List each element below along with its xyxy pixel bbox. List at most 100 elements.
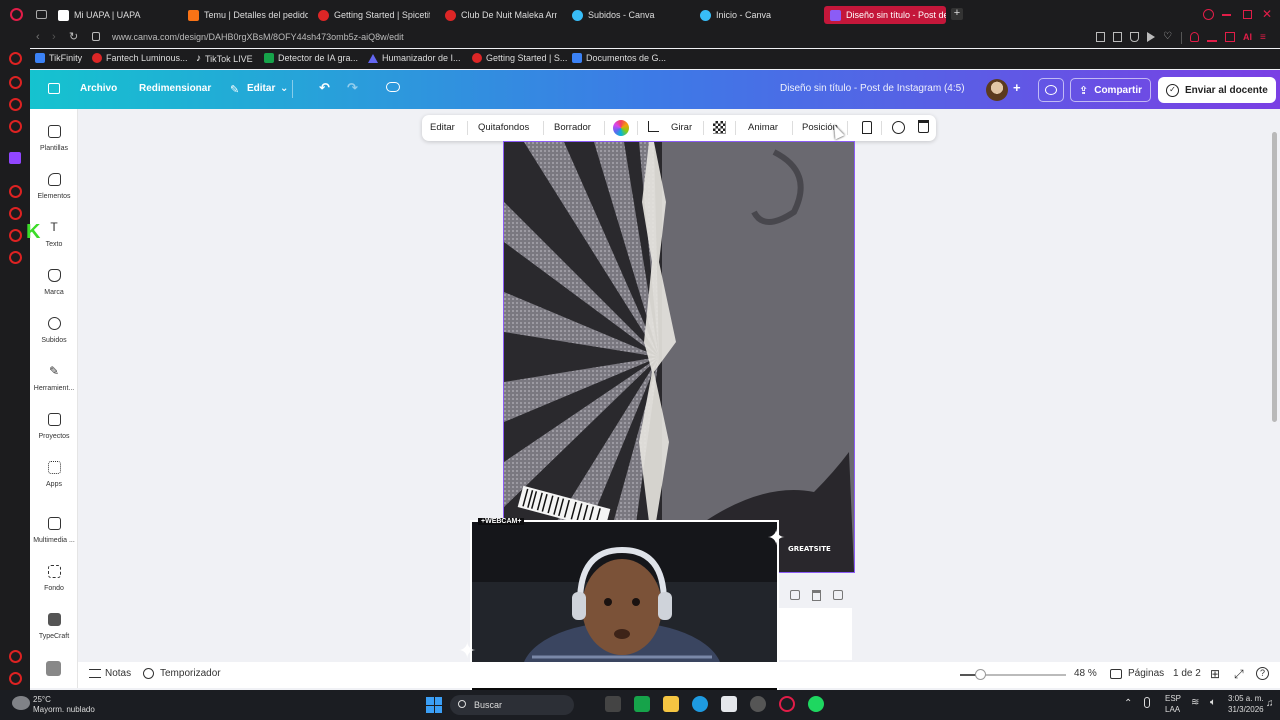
chat-icon[interactable] [9, 229, 22, 242]
pin-icon[interactable] [1096, 32, 1105, 42]
pages-button[interactable]: Páginas [1128, 668, 1164, 679]
bookmark-tikfinity[interactable]: TikFinity [35, 53, 82, 63]
steam-icon[interactable] [750, 696, 766, 712]
bookmark-fantech[interactable]: Fantech Luminous... [92, 53, 188, 63]
notification-icon[interactable]: ♫ [1266, 698, 1274, 709]
edit-image-button[interactable]: Editar [430, 122, 455, 133]
extensions-icon[interactable] [9, 650, 22, 663]
bookmark-detector-ia[interactable]: Detector de IA gra... [264, 53, 358, 63]
download-icon[interactable] [1207, 32, 1217, 42]
volume-icon[interactable]: 🔈︎ [1210, 697, 1216, 708]
comments-button[interactable] [1038, 78, 1064, 102]
history-icon[interactable] [9, 185, 22, 198]
tab-menu-icon[interactable] [36, 10, 47, 19]
tab-diseno-active[interactable]: Diseño sin título - Post de [824, 6, 946, 24]
remove-bg-button[interactable]: Quitafondos [478, 122, 529, 133]
forward-icon[interactable]: › [52, 31, 56, 43]
avatar[interactable] [986, 79, 1008, 101]
duplicate-page-icon[interactable] [790, 590, 800, 600]
mic-icon[interactable] [1144, 697, 1150, 708]
canvas-scrollbar[interactable] [1272, 132, 1277, 422]
task-view-icon[interactable] [605, 696, 621, 712]
design-page[interactable]: GREATSITE [503, 141, 855, 573]
bookmark-tiktok[interactable]: ♪ TikTok LIVE [196, 53, 253, 64]
page-2-thumbnail[interactable] [776, 608, 852, 660]
format-painter-icon[interactable] [862, 121, 872, 134]
spotify-icon[interactable] [808, 696, 824, 712]
zoom-level[interactable]: 48 % [1074, 668, 1097, 679]
redimensionar-button[interactable]: Redimensionar [139, 83, 211, 94]
delete-page-icon[interactable] [812, 590, 821, 601]
opera-logo-icon[interactable] [10, 8, 23, 21]
new-tab-icon[interactable]: + [951, 8, 963, 20]
snapshot-icon[interactable] [1113, 32, 1122, 42]
bookmark-documentos[interactable]: Documentos de G... [572, 53, 666, 63]
aria-ai-button[interactable]: AI [1243, 32, 1252, 44]
bookmark-getting-started[interactable]: Getting Started | S... [472, 53, 567, 63]
lang-1[interactable]: ESP [1165, 694, 1181, 703]
share-icon[interactable] [1225, 32, 1235, 42]
animate-button[interactable]: Animar [748, 122, 778, 133]
help-icon[interactable]: ? [1256, 667, 1269, 680]
tab-subidos-canva[interactable]: Subidos - Canva [572, 6, 682, 24]
wifi-icon[interactable]: ≋ [1191, 697, 1199, 708]
bookmark-humanizador[interactable]: Humanizador de I... [368, 53, 461, 63]
clock-date[interactable]: 31/3/2026 [1228, 705, 1264, 714]
heart-icon[interactable]: ♡ [1163, 32, 1173, 42]
maximize-icon[interactable] [1243, 10, 1252, 19]
messenger-icon[interactable] [9, 76, 22, 89]
clock-time[interactable]: 3:05 a. m. [1228, 694, 1264, 703]
temperature[interactable]: 25°C [33, 695, 51, 704]
zoom-slider-thumb[interactable] [975, 669, 987, 680]
add-page-icon[interactable] [833, 590, 843, 600]
reload-icon[interactable]: ↻ [69, 30, 78, 43]
sidebar-item-apps[interactable]: Apps [30, 461, 78, 488]
tab-temu[interactable]: Temu | Detalles del pedido [188, 6, 308, 24]
sidebar-item-typecraft[interactable]: TypeCraft [30, 613, 78, 640]
sidebar-item-marca[interactable]: Marca [30, 269, 78, 296]
close-icon[interactable]: ✕ [1262, 7, 1272, 21]
shield-icon[interactable] [1130, 32, 1139, 42]
sidebar-item-elementos[interactable]: Elementos [30, 173, 78, 200]
notes-button[interactable]: Notas [105, 668, 131, 679]
sidebar-item-plantillas[interactable]: Plantillas [30, 125, 78, 152]
instagram-icon[interactable] [9, 120, 22, 133]
tab-club-de-nuit[interactable]: Club De Nuit Maleka Arma [445, 6, 557, 24]
menu-icon[interactable]: ≡ [1260, 32, 1266, 44]
lang-2[interactable]: LAA [1165, 705, 1180, 714]
opera-taskbar-icon[interactable] [779, 696, 795, 712]
xbox-icon[interactable] [634, 696, 650, 712]
tab-spicetify[interactable]: Getting Started | Spicetify [318, 6, 430, 24]
home-icon[interactable] [48, 83, 60, 94]
sidebar-item-subidos[interactable]: Subidos [30, 317, 78, 344]
tray-chevron-icon[interactable]: ⌃ [1124, 698, 1132, 709]
url-input[interactable]: www.canva.com/design/DAHB0rgXBsM/8OFY44s… [112, 32, 404, 42]
eraser-button[interactable]: Borrador [554, 122, 591, 133]
sidebar-item-multimedia[interactable]: Multimedia ... [30, 517, 78, 544]
sidebar-item-proyectos[interactable]: Proyectos [30, 413, 78, 440]
more-icon[interactable] [9, 672, 22, 685]
taskbar-search[interactable]: Buscar [450, 695, 574, 715]
redo-icon[interactable]: ↷ [347, 80, 358, 96]
sidebar-item-herramientas[interactable]: ✎ Herramient... [30, 365, 78, 392]
store-icon[interactable] [721, 696, 737, 712]
chevron-down-icon[interactable]: ⌄ [280, 83, 288, 94]
cloud-save-icon[interactable] [386, 82, 400, 92]
back-icon[interactable]: ‹ [36, 31, 40, 43]
undo-icon[interactable]: ↶ [319, 80, 330, 96]
weather-desc[interactable]: Mayorm. nublado [33, 705, 95, 714]
color-wheel-icon[interactable] [613, 120, 629, 136]
account-icon[interactable] [1190, 32, 1199, 42]
edge-icon[interactable] [692, 696, 708, 712]
speed-dial-icon[interactable] [9, 52, 22, 65]
editar-menu[interactable]: Editar [247, 83, 275, 94]
tab-inicio-canva[interactable]: Inicio - Canva [700, 6, 810, 24]
settings-icon[interactable] [9, 251, 22, 264]
send-to-teacher-button[interactable]: ✓ Enviar al docente [1158, 77, 1276, 103]
grid-view-icon[interactable]: ⊞ [1210, 667, 1220, 681]
start-button[interactable] [426, 697, 442, 713]
zoom-slider[interactable] [960, 669, 1066, 680]
share-button[interactable]: ⇪ Compartir [1070, 78, 1152, 102]
app-icon[interactable] [46, 661, 61, 676]
transparency-icon[interactable] [713, 121, 726, 134]
